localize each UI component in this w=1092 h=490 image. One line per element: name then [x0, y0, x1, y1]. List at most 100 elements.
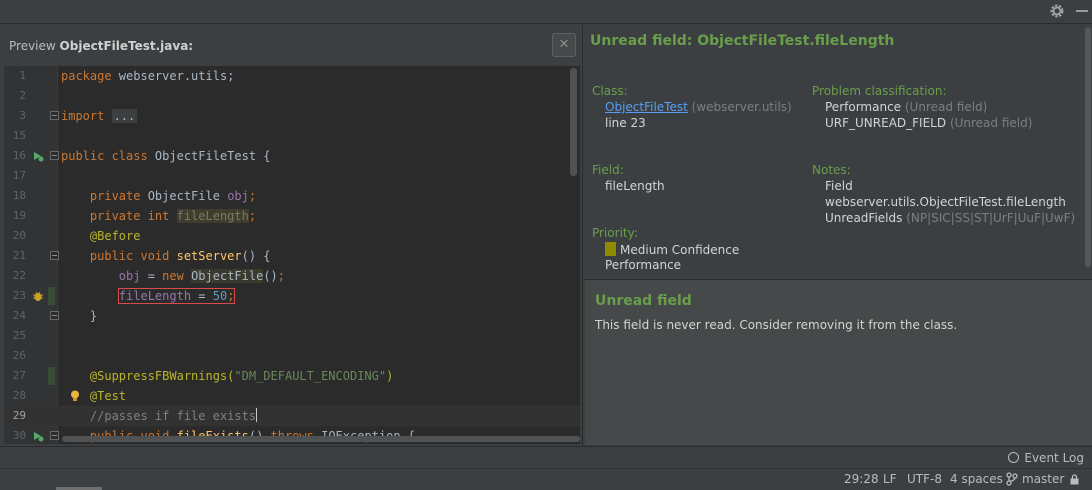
run-test-icon-2[interactable]: [32, 430, 44, 442]
code-token: ;: [277, 269, 286, 283]
git-branch-icon: [1006, 472, 1018, 486]
code-line[interactable]: 1 package webserver.utils;: [4, 66, 580, 86]
line-number: 16: [12, 149, 26, 162]
line-number: 2: [19, 89, 26, 102]
line-number: 17: [12, 169, 26, 182]
run-test-icon[interactable]: [32, 150, 44, 162]
code-line[interactable]: 2: [4, 86, 580, 106]
priority-label: Priority:: [592, 226, 638, 240]
code-text: public void setServer() {: [61, 246, 271, 266]
code-text: import ...: [61, 106, 138, 126]
code-token: ;: [227, 289, 235, 303]
code-token: }: [61, 309, 98, 323]
bug-icon[interactable]: [32, 290, 44, 302]
code-line[interactable]: 21 public void setServer() {: [4, 246, 580, 266]
horizontal-scrollbar[interactable]: [62, 436, 580, 442]
notes-detector-codes: (NP|SIC|SS|ST|UrF|UuF|UwF): [906, 211, 1076, 225]
line-number: 28: [12, 389, 26, 402]
line-number: 22: [12, 269, 26, 282]
code-line[interactable]: 28 @Test: [4, 386, 580, 406]
notes-line-2: webserver.utils.ObjectFileTest.fileLengt…: [825, 195, 1066, 209]
preview-title-prefix: Preview: [9, 39, 56, 53]
code-token: obj: [227, 189, 249, 203]
code-text: private ObjectFile obj;: [61, 186, 256, 206]
bug-headline: Unread field: ObjectFileTest.fileLength: [590, 33, 895, 49]
close-icon: ✕: [558, 37, 570, 52]
lock-icon[interactable]: [1070, 474, 1079, 485]
code-text: @SuppressFBWarnings("DM_DEFAULT_ENCODING…: [61, 366, 393, 386]
code-token: (): [263, 269, 278, 283]
line-separator[interactable]: LF: [883, 472, 897, 486]
classification-value-1: Performance (Unread field): [825, 100, 987, 114]
code-token: fileLength: [118, 289, 192, 303]
classification-desc-1: (Unread field): [904, 100, 988, 114]
details-scrollbar[interactable]: [1085, 27, 1091, 267]
code-text: obj = new ObjectFile();: [61, 266, 285, 286]
code-line[interactable]: 3 import ...: [4, 106, 580, 126]
code-token: public void: [61, 249, 177, 263]
code-line[interactable]: 16 public class ObjectFileTest {: [4, 146, 580, 166]
line-number: 3: [19, 109, 26, 122]
code-token: package: [61, 69, 119, 83]
gear-icon[interactable]: [1048, 2, 1066, 20]
code-line[interactable]: 24 }: [4, 306, 580, 326]
classification-desc-2: (Unread field): [949, 116, 1033, 130]
code-token: new: [162, 269, 192, 283]
code-text: fileLength = 50;: [61, 286, 236, 306]
lightbulb-icon[interactable]: [70, 390, 80, 402]
file-encoding[interactable]: UTF-8: [907, 472, 942, 486]
line-number: 24: [12, 309, 26, 322]
code-text: package webserver.utils;: [61, 66, 234, 86]
code-line[interactable]: 17: [4, 166, 580, 186]
fold-marker[interactable]: [50, 251, 59, 260]
explanation-title: Unread field: [595, 293, 692, 309]
code-token: webserver.utils;: [118, 69, 235, 83]
code-token: =: [191, 289, 213, 303]
close-preview-button[interactable]: ✕: [552, 33, 576, 57]
preview-pane: Preview ObjectFileTest.java: ✕ 1 package …: [0, 25, 583, 445]
class-link[interactable]: ObjectFileTest: [605, 100, 688, 114]
explanation-text: This field is never read. Consider remov…: [595, 318, 958, 332]
code-line[interactable]: 18 private ObjectFile obj;: [4, 186, 580, 206]
code-text: }: [61, 306, 97, 326]
code-line[interactable]: 29 //passes if file exists: [4, 406, 580, 426]
notes-detector: UnreadFields: [825, 211, 903, 225]
line-number: 26: [12, 349, 26, 362]
line-number: 18: [12, 189, 26, 202]
code-line[interactable]: 19 private int fileLength;: [4, 206, 580, 226]
notes-line-3: UnreadFields (NP|SIC|SS|ST|UrF|UuF|UwF): [825, 211, 1075, 225]
class-label: Class:: [592, 84, 628, 98]
code-line[interactable]: 22 obj = new ObjectFile();: [4, 266, 580, 286]
vcs-change-marker: [48, 367, 55, 385]
event-log-button[interactable]: Event Log: [1008, 451, 1084, 465]
vertical-scrollbar[interactable]: [570, 68, 577, 176]
fold-marker[interactable]: [50, 311, 59, 320]
code-token: //passes if file exists: [61, 409, 257, 423]
fold-marker[interactable]: [50, 151, 59, 160]
minimize-icon[interactable]: [1076, 10, 1088, 12]
code-line[interactable]: 27 @SuppressFBWarnings("DM_DEFAULT_ENCOD…: [4, 366, 580, 386]
code-token: ;: [248, 189, 257, 203]
code-editor[interactable]: 1 package webserver.utils; 2 3 import ... 15 1…: [4, 66, 580, 444]
code-line[interactable]: 26: [4, 346, 580, 366]
text-caret: [256, 408, 258, 422]
indent-setting[interactable]: 4 spaces: [950, 472, 1003, 486]
code-line[interactable]: 23 fileLength = 50;: [4, 286, 580, 306]
caret-position[interactable]: 29:28: [844, 472, 879, 486]
code-line[interactable]: 25: [4, 326, 580, 346]
tool-window-strip: Event Log: [0, 446, 1092, 468]
code-token: () {: [241, 249, 271, 263]
git-branch[interactable]: master: [1022, 472, 1064, 486]
fold-marker[interactable]: [50, 111, 59, 120]
classification-name-2: URF_UNREAD_FIELD: [825, 116, 947, 130]
code-token: fileLength: [176, 209, 249, 223]
priority-value: Medium Confidence: [605, 242, 739, 257]
fold-marker[interactable]: [50, 431, 59, 440]
code-line[interactable]: 20 @Before: [4, 226, 580, 246]
code-token: ObjectFileTest {: [154, 149, 271, 163]
classification-value-2: URF_UNREAD_FIELD (Unread field): [825, 116, 1032, 130]
code-line[interactable]: 15: [4, 126, 580, 146]
priority-text: Medium Confidence: [620, 243, 740, 257]
line-number: 27: [12, 369, 26, 382]
line-number: 29: [12, 409, 26, 422]
